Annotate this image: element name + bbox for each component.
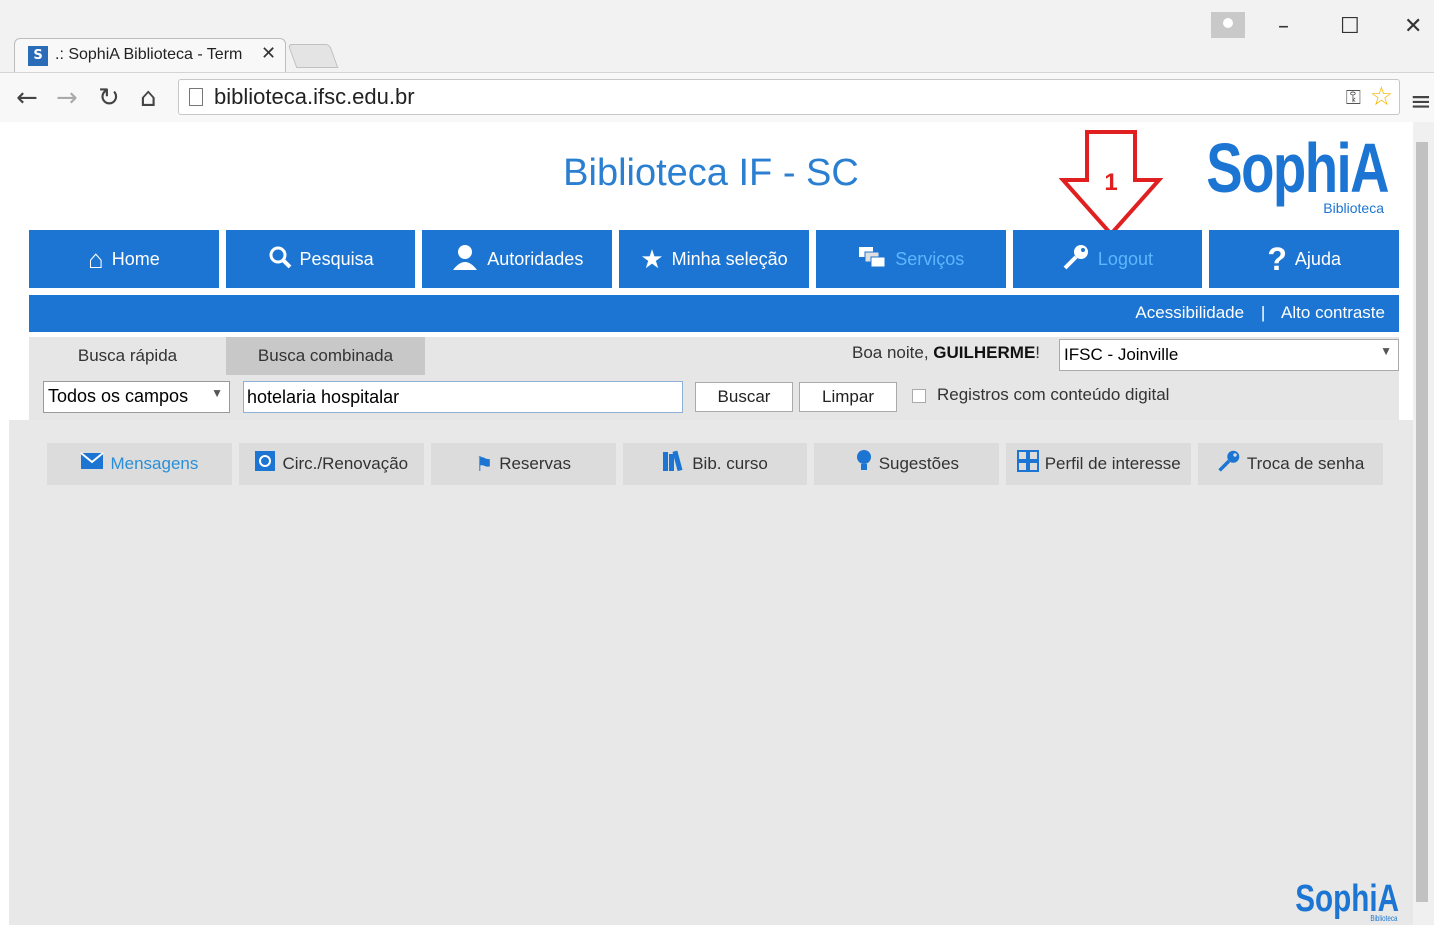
annotation-arrow: 1 (1059, 130, 1163, 238)
nav-autoridades-label: Autoridades (487, 248, 584, 269)
search-button[interactable]: Buscar (695, 382, 793, 412)
circulation-icon (254, 450, 276, 478)
campus-value: IFSC - Joinville (1064, 345, 1179, 364)
star-icon: ★ (640, 244, 664, 274)
books-icon (662, 450, 686, 478)
service-perfil[interactable]: Perfil de interesse (1006, 443, 1192, 485)
chevron-down-icon: ▼ (211, 386, 223, 400)
back-icon[interactable]: ← (16, 83, 38, 113)
digital-content-label: Registros com conteúdo digital (937, 385, 1170, 404)
flag-icon: ⚑ (475, 453, 494, 476)
service-circulacao[interactable]: Circ./Renovação (238, 443, 424, 485)
service-mensagens-label: Mensagens (110, 454, 199, 473)
browser-menu-icon[interactable]: ≡ (1410, 87, 1432, 117)
minimize-button[interactable]: – (1278, 14, 1289, 39)
service-reservas-label: Reservas (499, 454, 572, 473)
help-icon: ? (1267, 241, 1287, 277)
service-perfil-label: Perfil de interesse (1044, 454, 1181, 473)
nav-servicos[interactable]: Serviços (815, 230, 1006, 288)
greeting: Boa noite, GUILHERME! (852, 343, 1040, 363)
footer-logo-subtext: Biblioteca (1370, 914, 1398, 923)
tab-busca-rapida[interactable]: Busca rápida (29, 337, 226, 375)
service-mensagens[interactable]: Mensagens (47, 443, 232, 485)
nav-pesquisa[interactable]: Pesquisa (225, 230, 416, 288)
tab-close-icon[interactable]: ✕ (261, 43, 276, 64)
nav-ajuda-label: Ajuda (1294, 248, 1341, 269)
home-browser-icon[interactable]: ⌂ (140, 83, 157, 113)
close-window-button[interactable]: ✕ (1404, 14, 1422, 39)
new-tab-button[interactable] (287, 44, 339, 68)
nav-autoridades[interactable]: Autoridades (422, 230, 613, 288)
key-icon[interactable]: ⚿ (1346, 85, 1361, 109)
tab-busca-combinada[interactable]: Busca combinada (226, 337, 425, 375)
greeting-suffix: ! (1035, 343, 1041, 362)
campus-select[interactable]: IFSC - Joinville ▼ (1059, 339, 1399, 371)
browser-chrome: S .: SophiA Biblioteca - Term ✕ – ☐ ✕ ← … (0, 0, 1434, 122)
lightbulb-icon (855, 449, 873, 479)
nav-home[interactable]: ⌂ Home (29, 230, 219, 288)
page-scrollbar[interactable] (1413, 122, 1434, 925)
nav-ajuda[interactable]: ? Ajuda (1209, 230, 1400, 288)
nav-minha-selecao-label: Minha seleção (671, 248, 788, 269)
digital-content-checkbox[interactable] (912, 389, 926, 403)
service-bib-curso-label: Bib. curso (692, 454, 768, 473)
nav-logout[interactable]: Logout (1012, 230, 1203, 288)
service-troca-senha[interactable]: Troca de senha (1198, 443, 1384, 485)
browser-toolbar: ← → ↻ ⌂ biblioteca.ifsc.edu.br ⚿ ☆ ≡ (0, 72, 1434, 122)
link-separator: | (1260, 303, 1266, 322)
browser-tab[interactable]: S .: SophiA Biblioteca - Term ✕ (14, 38, 286, 72)
mail-icon (80, 452, 105, 476)
field-select[interactable]: Todos os campos ▼ (43, 381, 230, 413)
nav-logout-label: Logout (1097, 248, 1153, 269)
maximize-button[interactable]: ☐ (1340, 14, 1360, 39)
nav-servicos-label: Serviços (895, 248, 965, 269)
nav-minha-selecao[interactable]: ★ Minha seleção (619, 230, 809, 288)
nav-pesquisa-label: Pesquisa (299, 248, 374, 269)
main-nav: ⌂ Home Pesquisa Autoridades ★ Minha sele… (29, 230, 1400, 288)
search-panel: Busca rápida Busca combinada Boa noite, … (29, 337, 1399, 420)
address-url[interactable]: biblioteca.ifsc.edu.br (214, 84, 415, 110)
reload-icon[interactable]: ↻ (98, 83, 120, 113)
search-input[interactable]: hotelaria hospitalar (243, 381, 683, 413)
footer-logo: SophiA Biblioteca (1295, 878, 1399, 923)
grid-icon (1016, 450, 1039, 478)
high-contrast-link[interactable]: Alto contraste (1281, 303, 1385, 322)
logo-subtext: Biblioteca (1323, 200, 1384, 216)
tab-title: .: SophiA Biblioteca - Term (55, 46, 243, 63)
scrollbar-thumb[interactable] (1416, 142, 1428, 902)
tab-favicon: S (28, 46, 48, 66)
page-icon (189, 88, 203, 106)
key-icon (1217, 449, 1241, 479)
user-name: GUILHERME (933, 343, 1036, 362)
search-icon (268, 245, 292, 273)
address-bar[interactable]: biblioteca.ifsc.edu.br ⚿ ☆ (178, 79, 1400, 115)
field-value: Todos os campos (48, 386, 189, 406)
home-icon: ⌂ (87, 244, 104, 274)
sophia-logo: SophiA Biblioteca (1155, 128, 1389, 216)
services-bar: Mensagens Circ./Renovação ⚑ Reservas Bib… (47, 443, 1384, 485)
greeting-prefix: Boa noite, (852, 343, 934, 362)
chevron-down-icon: ▼ (1380, 344, 1392, 358)
forward-icon[interactable]: → (56, 83, 78, 113)
accessibility-link[interactable]: Acessibilidade (1135, 303, 1244, 322)
bookmark-star-icon[interactable]: ☆ (1370, 82, 1393, 112)
key-icon (1062, 243, 1090, 275)
nav-home-label: Home (111, 248, 160, 269)
person-icon (451, 244, 479, 274)
service-sugestoes-label: Sugestões (878, 454, 960, 473)
profile-icon[interactable] (1211, 12, 1245, 38)
service-reservas[interactable]: ⚑ Reservas (430, 443, 616, 485)
logo-text: SophiA (1206, 129, 1389, 207)
service-troca-senha-label: Troca de senha (1246, 454, 1365, 473)
services-icon (857, 245, 887, 273)
annotation-label: 1 (1104, 169, 1117, 196)
accessibility-bar: Acessibilidade | Alto contraste (29, 295, 1399, 332)
content-area (9, 420, 1413, 925)
service-sugestoes[interactable]: Sugestões (814, 443, 1000, 485)
service-bib-curso[interactable]: Bib. curso (622, 443, 808, 485)
service-circulacao-label: Circ./Renovação (282, 454, 409, 473)
clear-button[interactable]: Limpar (799, 382, 897, 412)
page: Biblioteca IF - SC SophiA Biblioteca 1 ⌂… (9, 122, 1413, 925)
